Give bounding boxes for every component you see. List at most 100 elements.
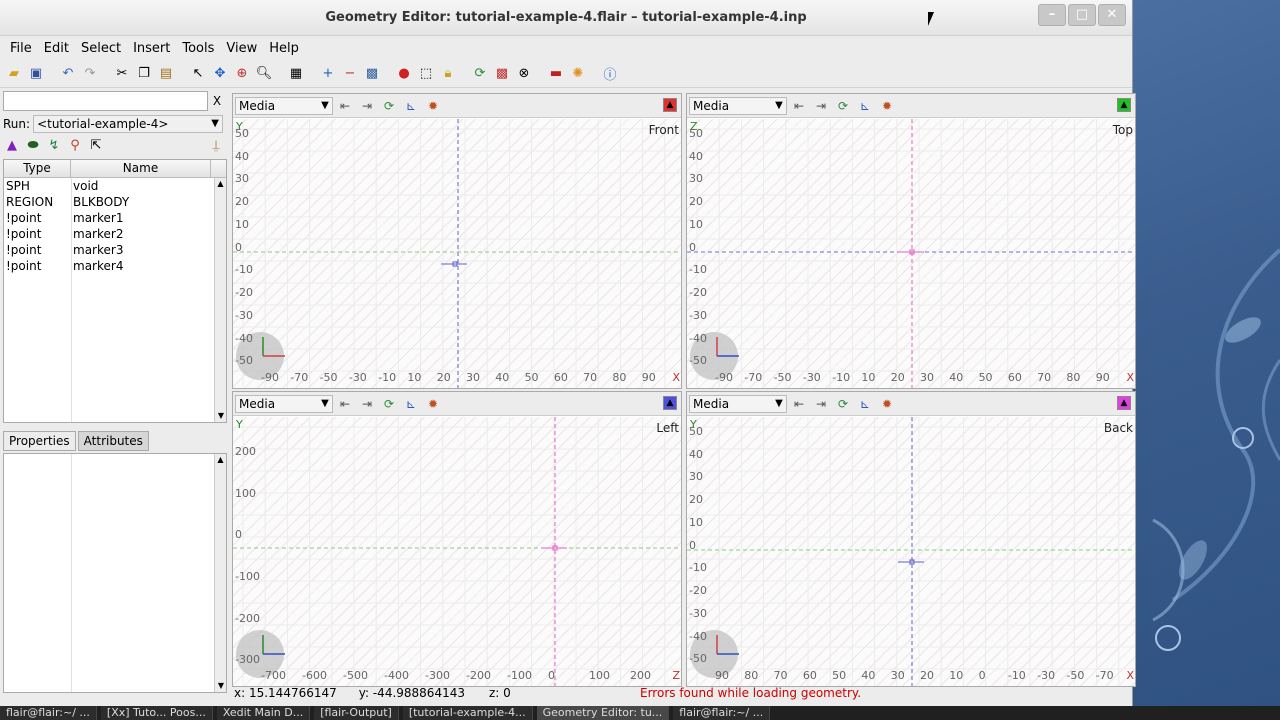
zoom-region-icon[interactable]: ⊕: [232, 64, 252, 84]
media-select[interactable]: Media ▼: [235, 394, 333, 413]
media-select[interactable]: Media ▼: [235, 96, 333, 115]
refresh-icon[interactable]: ⟳: [379, 96, 399, 116]
clear-filter-button[interactable]: X: [208, 91, 226, 111]
viewport-canvas[interactable]: Y Back 50 40 30 20 10 0 -10 -20 -30 -40 -50 90 80 70 60 5…: [687, 417, 1135, 686]
viewport-settings-icon[interactable]: ▩: [362, 64, 382, 84]
tab-properties[interactable]: Properties: [3, 431, 76, 451]
maximize-button[interactable]: □: [1068, 4, 1096, 26]
undo-icon[interactable]: ↶: [58, 64, 78, 84]
table-scrollbar[interactable]: ▲ ▼: [214, 178, 226, 422]
taskbar-item[interactable]: Xedit Main D...: [216, 706, 311, 720]
refresh-icon[interactable]: ⟳: [379, 394, 399, 414]
zoom-out-icon[interactable]: −: [340, 64, 360, 84]
save-icon[interactable]: ▣: [26, 64, 46, 84]
axes-icon[interactable]: ⊾: [855, 96, 875, 116]
menu-file[interactable]: File: [4, 41, 38, 56]
table-row[interactable]: !point marker2: [4, 226, 226, 242]
column-header-type[interactable]: Type: [4, 160, 71, 177]
axes-icon[interactable]: ⊾: [855, 394, 875, 414]
menu-edit[interactable]: Edit: [38, 41, 75, 56]
open-folder-icon[interactable]: ▰: [4, 64, 24, 84]
refresh-icon[interactable]: ⟳: [470, 64, 490, 84]
close-button[interactable]: ✕: [1098, 4, 1126, 26]
arrow-left-icon[interactable]: ⇤: [335, 96, 355, 116]
taskbar-item[interactable]: Geometry Editor: tu...: [536, 706, 670, 720]
properties-scrollbar[interactable]: ▲ ▼: [214, 454, 226, 692]
object-filter-icon[interactable]: ⚲: [66, 137, 84, 155]
arrow-right-icon[interactable]: ⇥: [811, 394, 831, 414]
menu-view[interactable]: View: [220, 41, 263, 56]
arrow-right-icon[interactable]: ⇥: [811, 96, 831, 116]
pan-move-icon[interactable]: ✥: [210, 64, 230, 84]
lattice-icon[interactable]: ⊗: [514, 64, 534, 84]
viewport-canvas[interactable]: Y Front 50 40 30 20 10 0 -10 -20 -30 -40 -50 -90 -70 -5…: [233, 119, 681, 388]
menu-select[interactable]: Select: [75, 41, 127, 56]
options-icon[interactable]: ✹: [423, 96, 443, 116]
menu-help[interactable]: Help: [263, 41, 305, 56]
refresh-icon[interactable]: ⟳: [833, 394, 853, 414]
layers-icon[interactable]: ▬: [546, 64, 566, 84]
axes-icon[interactable]: ⊾: [401, 96, 421, 116]
taskbar-item[interactable]: [tutorial-example-4...: [402, 706, 533, 720]
table-row[interactable]: !point marker3: [4, 242, 226, 258]
column-header-name[interactable]: Name: [71, 160, 211, 177]
title-bar[interactable]: Geometry Editor: tutorial-example-4.flai…: [0, 0, 1132, 36]
redo-icon[interactable]: ↷: [80, 64, 100, 84]
lock-icon[interactable]: 🔒︎: [438, 64, 458, 84]
media-select[interactable]: Media ▼: [689, 96, 787, 115]
viewport-canvas[interactable]: Y Left 200 100 0 -100 -200 -300 -700 -600 -500 -400…: [233, 417, 681, 686]
refresh-icon[interactable]: ⟳: [833, 96, 853, 116]
select-pointer-icon[interactable]: ↖: [188, 64, 208, 84]
viewport-indicator[interactable]: ▲: [663, 98, 677, 112]
filter-input[interactable]: [3, 91, 208, 111]
cut-icon[interactable]: ✂: [112, 64, 132, 84]
table-row[interactable]: !point marker4: [4, 258, 226, 274]
x-tick-label: 100: [589, 669, 610, 682]
copy-icon[interactable]: ❐: [134, 64, 154, 84]
red-sphere-icon[interactable]: ●: [394, 64, 414, 84]
viewport-canvas[interactable]: Z Top 50 40 30 20 10 0 -10 -20 -30 -40 -50 -90 -70 -50-…: [687, 119, 1135, 388]
info-icon[interactable]: ⓘ: [600, 64, 620, 84]
viewport-back[interactable]: Media ▼ ⇤ ⇥ ⟳ ⊾ ✹ ▲ Y Back 50 40 30 20 10 0 -10 -2…: [686, 391, 1136, 687]
table-row[interactable]: !point marker1: [4, 210, 226, 226]
viewport-indicator[interactable]: ▲: [1117, 98, 1131, 112]
viewport-indicator[interactable]: ▲: [1117, 396, 1131, 410]
taskbar-item[interactable]: [flair-Output]: [314, 706, 399, 720]
table-row[interactable]: SPH void: [4, 178, 226, 194]
tab-attributes[interactable]: Attributes: [77, 431, 149, 451]
viewport-indicator[interactable]: ▲: [663, 396, 677, 410]
options-icon[interactable]: ✹: [423, 394, 443, 414]
cursor-filter-icon[interactable]: ⇱: [87, 137, 105, 155]
minimize-button[interactable]: –: [1038, 4, 1066, 26]
zoom-icon[interactable]: 🔍︎: [254, 64, 274, 84]
options-icon[interactable]: ✹: [877, 394, 897, 414]
run-select[interactable]: <tutorial-example-4> ▼: [33, 115, 224, 133]
options-icon[interactable]: ✹: [877, 96, 897, 116]
zoom-in-icon[interactable]: +: [318, 64, 338, 84]
arrow-left-icon[interactable]: ⇤: [789, 394, 809, 414]
arrow-left-icon[interactable]: ⇤: [335, 394, 355, 414]
viewport-top[interactable]: Media ▼ ⇤ ⇥ ⟳ ⊾ ✹ ▲ Z Top 50 40 30 20 10 0 -10 -20…: [686, 93, 1136, 389]
menu-insert[interactable]: Insert: [127, 41, 176, 56]
taskbar-item[interactable]: [Xx] Tuto... Poos...: [100, 706, 213, 720]
arrow-left-icon[interactable]: ⇤: [789, 96, 809, 116]
paste-icon[interactable]: ▤: [156, 64, 176, 84]
pin-icon[interactable]: ⍊: [207, 137, 225, 155]
viewport-left[interactable]: Media ▼ ⇤ ⇥ ⟳ ⊾ ✹ ▲ Y Left 200 100 0 -100 -200 -…: [232, 391, 682, 687]
region-filter-icon[interactable]: ⬬: [24, 137, 42, 155]
box-icon[interactable]: ⬚: [416, 64, 436, 84]
menu-tools[interactable]: Tools: [176, 41, 220, 56]
lattice-filter-icon[interactable]: ↯: [45, 137, 63, 155]
arrow-right-icon[interactable]: ⇥: [357, 394, 377, 414]
body-filter-icon[interactable]: ▲: [3, 137, 21, 155]
color-palette-icon[interactable]: ▩: [492, 64, 512, 84]
media-select[interactable]: Media ▼: [689, 394, 787, 413]
arrow-right-icon[interactable]: ⇥: [357, 96, 377, 116]
viewport-front[interactable]: Media ▼ ⇤ ⇥ ⟳ ⊾ ✹ ▲ Y Front 50 40 30 20 10 0 -10-…: [232, 93, 682, 389]
taskbar-item[interactable]: flair@flair:~/ ...: [0, 706, 97, 720]
table-row[interactable]: REGION BLKBODY: [4, 194, 226, 210]
axes-icon[interactable]: ⊾: [401, 394, 421, 414]
grid-icon[interactable]: ▦: [286, 64, 306, 84]
paint-icon[interactable]: ✺: [568, 64, 588, 84]
taskbar-item[interactable]: flair@flair:~/ ...: [673, 706, 771, 720]
